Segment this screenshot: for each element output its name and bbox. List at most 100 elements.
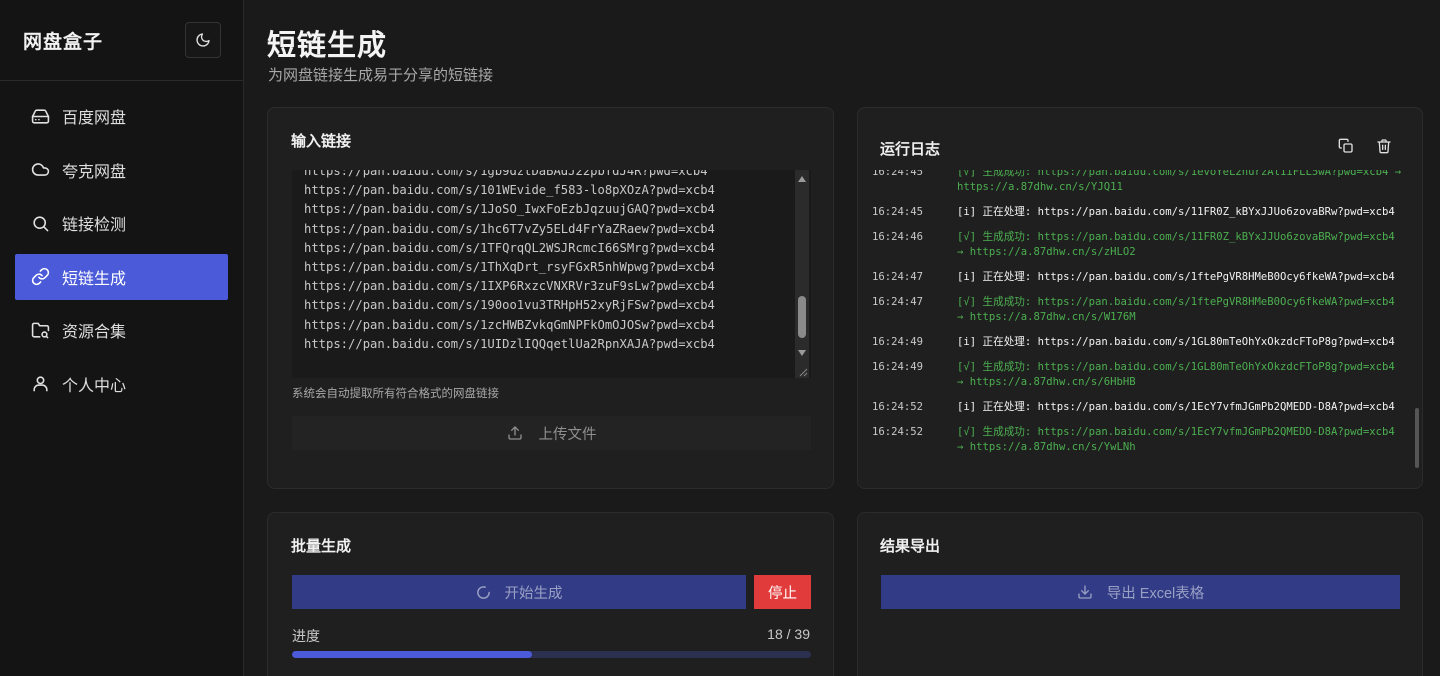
textarea-line: https://pan.baidu.com/s/1zcHWBZvkqGmNPFk…: [304, 317, 715, 332]
log-entry: 16:24:47 [i] 正在处理: https://pan.baidu.com/…: [872, 270, 1402, 285]
sidebar-item-label: 百度网盘: [62, 110, 127, 127]
card-title: 结果导出: [880, 538, 941, 555]
log-scrollbar-thumb[interactable]: [1415, 408, 1419, 468]
sidebar-nav: 百度网盘 夸克网盘 链接检测 短链生成 资源合集 个人中心: [0, 81, 243, 407]
extract-hint: 系统会自动提取所有符合格式的网盘链接: [292, 388, 499, 400]
log-toolbar: [1338, 138, 1392, 154]
export-excel-button[interactable]: 导出 Excel表格: [881, 575, 1400, 609]
sidebar-item-label: 个人中心: [62, 377, 127, 395]
folder-search-icon: [30, 320, 50, 340]
log-entry: 16:24:52 [i] 正在处理: https://pan.baidu.com/…: [872, 400, 1402, 415]
download-icon: [1077, 584, 1093, 600]
card-title: 批量生成: [291, 538, 352, 555]
batch-generate-card: 批量生成 开始生成 停止 进度 18 / 39: [267, 512, 834, 676]
log-message: [i] 正在处理: https://pan.baidu.com/s/1EcY7v…: [957, 401, 1395, 413]
textarea-line: https://pan.baidu.com/s/1TFQrqQL2WSJRcmc…: [304, 240, 715, 255]
log-entry: 16:24:47 [√] 生成成功: https://pan.baidu.com/…: [872, 295, 1402, 325]
input-links-card: 输入链接 https://pan.baidu.com/s/1gb9dztDaBA…: [267, 107, 834, 489]
scroll-down-arrow-icon[interactable]: [798, 350, 806, 356]
log-timestamp: 16:24:49: [872, 336, 924, 348]
log-timestamp: 16:24:47: [872, 271, 924, 283]
log-message: [√] 生成成功: https://pan.baidu.com/s/1EcY7v…: [957, 426, 1395, 453]
search-icon: [30, 213, 50, 233]
log-timestamp: 16:24:49: [872, 361, 924, 373]
textarea-content: https://pan.baidu.com/s/1gb9dztDaBAdJ22p…: [304, 170, 715, 354]
log-timestamp: 16:24:47: [872, 296, 924, 308]
hard-drive-icon: [30, 106, 50, 126]
sidebar-item-label: 链接检测: [62, 217, 127, 234]
page-title: 短链生成: [267, 30, 388, 62]
sidebar-item-short-link[interactable]: 短链生成: [15, 253, 228, 300]
log-entry: 16:24:46 [√] 生成成功: https://pan.baidu.com/…: [872, 230, 1402, 260]
card-title: 输入链接: [291, 133, 352, 150]
brand-row: 网盘盒子: [0, 0, 243, 81]
sidebar-item-label: 夸克网盘: [62, 163, 127, 181]
log-entry: 16:24:49 [√] 生成成功: https://pan.baidu.com/…: [872, 360, 1402, 390]
textarea-line: https://pan.baidu.com/s/1JoSO_IwxFoEzbJq…: [304, 202, 715, 217]
log-entry: 16:24:49 [i] 正在处理: https://pan.baidu.com/…: [872, 335, 1402, 350]
run-log-card: 运行日志 16:24:45 [√] 生成成功: https://pan.baidu…: [857, 107, 1423, 489]
page-subtitle: 为网盘链接生成易于分享的短链接: [268, 67, 494, 84]
upload-icon: [507, 425, 523, 441]
link-icon: [30, 267, 50, 287]
sidebar-item-label: 资源合集: [62, 324, 127, 341]
log-body: 16:24:45 [√] 生成成功: https://pan.baidu.com/…: [872, 170, 1402, 480]
textarea-line: https://pan.baidu.com/s/1UIDzlIQQqetlUa2…: [304, 336, 715, 351]
sidebar-item-profile[interactable]: 个人中心: [15, 361, 228, 407]
sidebar: 网盘盒子 百度网盘 夸克网盘 链接检测 短链生成 资源合集 个人中心: [0, 0, 244, 676]
log-entry: 16:24:52 [√] 生成成功: https://pan.baidu.com/…: [872, 425, 1402, 455]
main-content: 短链生成 为网盘链接生成易于分享的短链接 输入链接 https://pan.ba…: [244, 0, 1440, 676]
export-results-card: 结果导出 导出 Excel表格: [857, 512, 1423, 676]
resize-handle-icon[interactable]: [798, 366, 808, 377]
progress-count: 18 / 39: [767, 626, 810, 642]
textarea-line: https://pan.baidu.com/s/1IXP6RxzcVNXRVr3…: [304, 279, 715, 294]
log-message: [i] 正在处理: https://pan.baidu.com/s/1ftePg…: [957, 271, 1395, 283]
log-message: [i] 正在处理: https://pan.baidu.com/s/11FR0Z…: [957, 206, 1395, 218]
log-timestamp: 16:24:46: [872, 231, 924, 243]
log-timestamp: 16:24:45: [872, 206, 924, 218]
textarea-line: https://pan.baidu.com/s/1hc6T7vZy5ELd4Fr…: [304, 221, 715, 236]
progress-bar-fill: [292, 651, 532, 658]
log-list: 16:24:45 [√] 生成成功: https://pan.baidu.com/…: [872, 170, 1402, 465]
trash-icon[interactable]: [1376, 138, 1392, 154]
log-timestamp: 16:24:52: [872, 426, 924, 438]
log-message: [√] 生成成功: https://pan.baidu.com/s/11FR0Z…: [957, 231, 1395, 258]
textarea-line: https://pan.baidu.com/s/101WEvide_f583-l…: [304, 183, 715, 198]
log-message: [i] 正在处理: https://pan.baidu.com/s/1GL80m…: [957, 336, 1395, 348]
progress-label: 进度: [292, 628, 320, 644]
textarea-scrollbar[interactable]: [795, 170, 809, 378]
textarea-line: https://pan.baidu.com/s/1gb9dztDaBAdJ22p…: [304, 170, 708, 178]
log-timestamp: 16:24:45: [872, 170, 924, 178]
stop-button[interactable]: 停止: [754, 575, 811, 609]
sidebar-item-baidu[interactable]: 百度网盘: [15, 93, 228, 139]
moon-icon: [195, 32, 211, 48]
log-message: [√] 生成成功: https://pan.baidu.com/s/1evoYe…: [957, 170, 1402, 193]
scroll-up-arrow-icon[interactable]: [798, 176, 806, 182]
log-timestamp: 16:24:52: [872, 401, 924, 413]
log-message: [√] 生成成功: https://pan.baidu.com/s/1ftePg…: [957, 296, 1395, 323]
links-textarea[interactable]: https://pan.baidu.com/s/1gb9dztDaBAdJ22p…: [292, 170, 811, 378]
log-entry: 16:24:45 [i] 正在处理: https://pan.baidu.com/…: [872, 205, 1402, 220]
log-entry: 16:24:45 [√] 生成成功: https://pan.baidu.com/…: [872, 170, 1402, 195]
progress-bar: [292, 651, 811, 658]
sidebar-item-link-check[interactable]: 链接检测: [15, 200, 228, 246]
user-icon: [30, 374, 50, 394]
upload-file-button[interactable]: 上传文件: [292, 416, 811, 450]
textarea-line: https://pan.baidu.com/s/190oo1vu3TRHpH52…: [304, 298, 715, 313]
sidebar-item-quark[interactable]: 夸克网盘: [15, 147, 228, 193]
loading-spinner-icon: [476, 585, 491, 600]
sidebar-item-collections[interactable]: 资源合集: [15, 307, 228, 353]
log-message: [√] 生成成功: https://pan.baidu.com/s/1GL80m…: [957, 361, 1395, 388]
app-brand: 网盘盒子: [23, 31, 104, 53]
theme-toggle-button[interactable]: [185, 22, 221, 58]
textarea-line: https://pan.baidu.com/s/1ThXqDrt_rsyFGxR…: [304, 259, 715, 274]
export-label: 导出 Excel表格: [1106, 585, 1205, 602]
copy-icon[interactable]: [1338, 138, 1354, 154]
cloud-icon: [30, 160, 50, 180]
upload-label: 上传文件: [538, 426, 597, 443]
card-title: 运行日志: [880, 141, 941, 158]
sidebar-item-label: 短链生成: [62, 270, 127, 288]
scrollbar-thumb[interactable]: [798, 296, 806, 338]
start-generate-button[interactable]: 开始生成: [292, 575, 746, 609]
start-label: 开始生成: [504, 585, 563, 602]
